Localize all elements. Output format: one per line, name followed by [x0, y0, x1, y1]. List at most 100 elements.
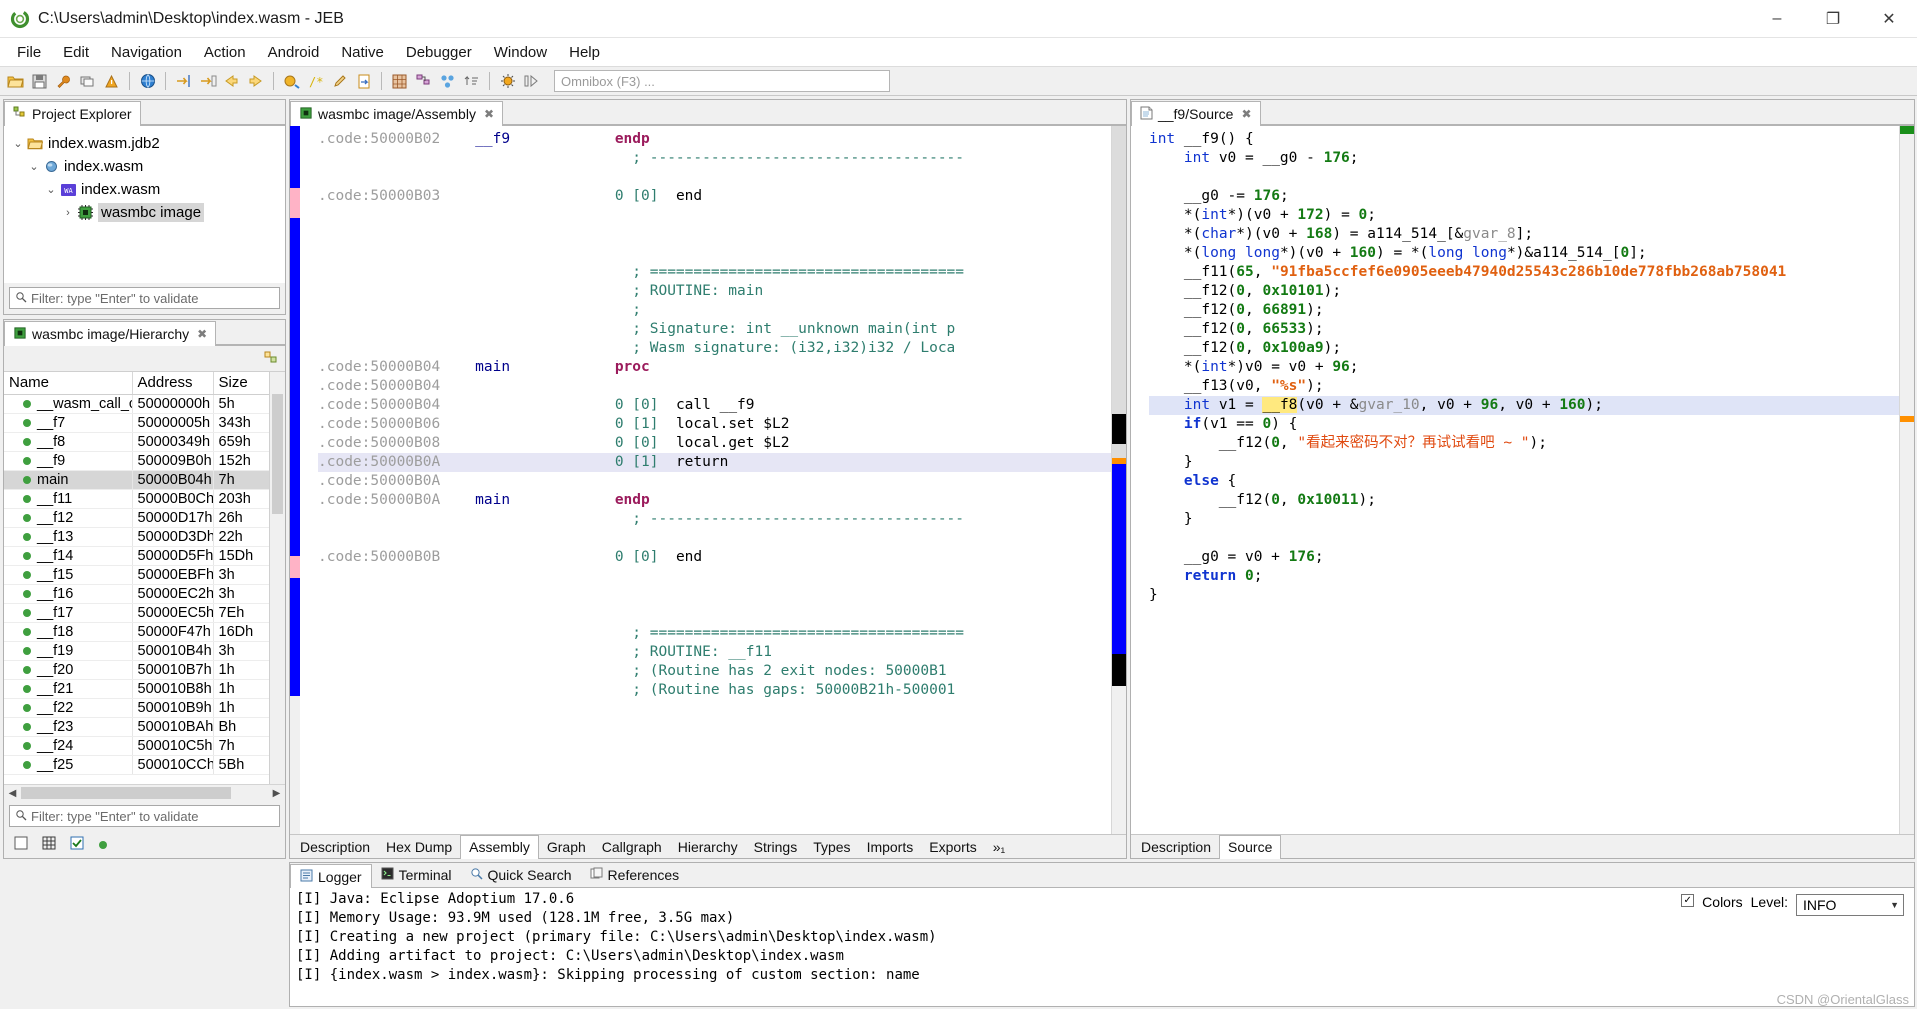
hierarchy-filter-input[interactable]: Filter: type "Enter" to validate — [9, 805, 280, 827]
hierarchy-vertical-scrollbar[interactable] — [269, 372, 285, 784]
rename-icon[interactable] — [328, 69, 351, 93]
tab-imports[interactable]: Imports — [859, 837, 922, 857]
globe-icon[interactable] — [136, 69, 159, 93]
hierarchy-horizontal-scrollbar[interactable]: ◀ ▶ — [4, 784, 285, 801]
menu-debugger[interactable]: Debugger — [395, 42, 483, 63]
close-icon[interactable]: ✖ — [1241, 107, 1251, 121]
table-row[interactable]: __f22 500010B9h 1h — [4, 698, 270, 718]
tab-source-view[interactable]: Source — [1219, 834, 1282, 859]
collapse-icon[interactable] — [263, 349, 279, 369]
export-icon[interactable] — [352, 69, 375, 93]
table-icon[interactable] — [388, 69, 411, 93]
table-row-selected[interactable]: main 50000B04h 7h — [4, 470, 270, 490]
warning-icon[interactable] — [100, 69, 123, 93]
table-row[interactable]: __f7 50000005h 343h — [4, 413, 270, 433]
table-row[interactable]: __f23 500010BAh Bh — [4, 717, 270, 737]
menu-native[interactable]: Native — [330, 42, 395, 63]
scroll-right-icon[interactable]: ▶ — [268, 788, 285, 799]
maximize-button[interactable]: ❐ — [1805, 0, 1861, 38]
close-button[interactable]: ✕ — [1861, 0, 1917, 38]
project-filter-input[interactable]: Filter: type "Enter" to validate — [9, 287, 280, 309]
tree-node-unit[interactable]: ⌄ index.wasm — [4, 155, 285, 178]
menu-help[interactable]: Help — [558, 42, 611, 63]
table-row[interactable]: __f16 50000EC2h 3h — [4, 584, 270, 604]
table-row[interactable]: __f24 500010C5h 7h — [4, 736, 270, 756]
table-row[interactable]: __f25 500010CCh 5Bh — [4, 755, 270, 775]
table-row[interactable]: __f21 500010B8h 1h — [4, 679, 270, 699]
menu-edit[interactable]: Edit — [52, 42, 100, 63]
tree-node-project[interactable]: ⌄ index.wasm.jdb2 — [4, 132, 285, 155]
refactor-icon[interactable] — [280, 69, 303, 93]
tab-overflow-icon[interactable]: »₁ — [985, 837, 1014, 857]
tab-quick-search[interactable]: Quick Search — [461, 863, 581, 887]
scrollbar-thumb[interactable] — [1111, 126, 1126, 414]
tab-strings[interactable]: Strings — [746, 837, 806, 857]
scroll-left-icon[interactable]: ◀ — [4, 788, 21, 799]
forward-arrow-icon[interactable] — [244, 69, 267, 93]
grid-icon[interactable] — [42, 836, 56, 854]
menu-navigation[interactable]: Navigation — [100, 42, 193, 63]
menu-file[interactable]: File — [6, 42, 52, 63]
table-row[interactable]: __f12 50000D17h 26h — [4, 508, 270, 528]
source-overview-scrollbar[interactable] — [1899, 126, 1915, 834]
tab-project-explorer[interactable]: Project Explorer — [4, 101, 141, 126]
tab-exports[interactable]: Exports — [921, 837, 984, 857]
step-icon[interactable] — [520, 69, 543, 93]
column-header-address[interactable]: Address — [132, 372, 214, 395]
tab-description[interactable]: Description — [1133, 837, 1219, 857]
chevron-down-icon[interactable]: ⌄ — [10, 137, 26, 150]
goto-end-icon[interactable] — [196, 69, 219, 93]
tab-hex-dump[interactable]: Hex Dump — [378, 837, 460, 857]
save-icon[interactable] — [28, 69, 51, 93]
tab-assembly[interactable]: wasmbc image/Assembly ✖ — [290, 101, 503, 126]
chevron-right-icon[interactable]: › — [60, 207, 76, 219]
assembly-overview-scrollbar[interactable] — [1110, 126, 1126, 834]
tab-logger[interactable]: Logger — [290, 864, 372, 888]
tab-types[interactable]: Types — [805, 837, 858, 857]
tree-node-wasmbc-image[interactable]: › wasmbc image — [4, 201, 285, 224]
tab-description[interactable]: Description — [292, 837, 378, 857]
goto-icon[interactable] — [172, 69, 195, 93]
scrollbar-thumb[interactable] — [21, 787, 231, 799]
tab-callgraph[interactable]: Callgraph — [594, 837, 670, 857]
table-row[interactable]: __f14 50000D5Fh 15Dh — [4, 546, 270, 566]
nodes-icon[interactable] — [436, 69, 459, 93]
source-code-scroll[interactable]: int __f9() { int v0 = __g0 - 176; __g0 -… — [1131, 126, 1900, 834]
close-icon[interactable]: ✖ — [484, 107, 494, 121]
tab-graph[interactable]: Graph — [539, 837, 594, 857]
table-row[interactable]: __f9 500009B0h 152h — [4, 451, 270, 471]
table-row[interactable]: __f19 500010B4h 3h — [4, 641, 270, 661]
graph-icon[interactable] — [412, 69, 435, 93]
window-icon[interactable] — [76, 69, 99, 93]
column-header-size[interactable]: Size — [213, 372, 270, 395]
column-header-name[interactable]: Name — [4, 372, 133, 395]
menu-android[interactable]: Android — [257, 42, 331, 63]
chevron-down-icon[interactable]: ⌄ — [43, 183, 59, 196]
tree-node-wasm[interactable]: ⌄ WA index.wasm — [4, 178, 285, 201]
tab-source[interactable]: __f9/Source ✖ — [1130, 101, 1261, 126]
table-row[interactable]: __wasm_call_c 50000000h 5h — [4, 394, 270, 414]
table-row[interactable]: __f18 50000F47h 16Dh — [4, 622, 270, 642]
omnibox-input[interactable]: Omnibox (F3) ... — [554, 70, 890, 92]
table-row[interactable]: __f13 50000D3Dh 22h — [4, 527, 270, 547]
scrollbar-track[interactable] — [21, 785, 268, 801]
checkbox-checked-icon[interactable] — [70, 836, 84, 854]
chevron-down-icon[interactable]: ▼ — [1890, 900, 1899, 910]
open-folder-icon[interactable] — [4, 69, 27, 93]
assembly-code-scroll[interactable]: .code:50000B02 __f9 endp ; -------------… — [300, 126, 1111, 834]
sort-icon[interactable] — [460, 69, 483, 93]
table-row[interactable]: __f11 50000B0Ch 203h — [4, 489, 270, 509]
tab-hierarchy-view[interactable]: Hierarchy — [670, 837, 746, 857]
comment-icon[interactable]: /* — [304, 69, 327, 93]
tab-hierarchy[interactable]: wasmbc image/Hierarchy ✖ — [4, 321, 217, 346]
close-icon[interactable]: ✖ — [197, 327, 207, 341]
tab-references[interactable]: References — [581, 863, 689, 887]
scrollbar-thumb[interactable] — [272, 394, 284, 514]
table-row[interactable]: __f15 50000EBFh 3h — [4, 565, 270, 585]
log-level-select[interactable]: INFO ▼ — [1796, 894, 1904, 916]
chevron-down-icon[interactable]: ⌄ — [26, 160, 42, 173]
checkbox-empty-icon[interactable] — [14, 836, 28, 854]
tab-assembly-view[interactable]: Assembly — [460, 834, 539, 859]
colors-checkbox[interactable]: ✓ — [1681, 894, 1695, 907]
menu-window[interactable]: Window — [483, 42, 558, 63]
